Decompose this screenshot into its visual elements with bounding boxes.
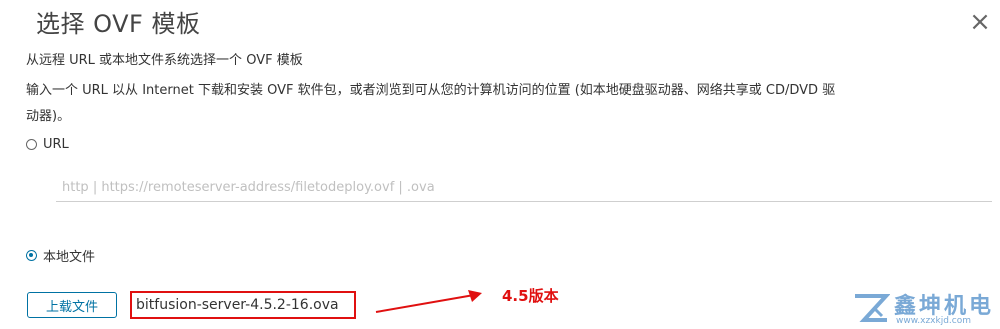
selected-file-name: bitfusion-server-4.5.2-16.ova [130,291,356,319]
annotation-arrow-icon [375,290,482,313]
url-radio[interactable] [26,139,37,150]
local-file-radio[interactable] [26,250,37,261]
local-file-option-label: 本地文件 [43,250,96,265]
dialog-title: 选择 OVF 模板 [36,10,201,38]
upload-file-button[interactable]: 上载文件 [27,292,117,318]
url-option-label: URL [43,137,69,152]
dialog-description-continued: 动器)。 [26,109,71,124]
dialog-subtitle: 从远程 URL 或本地文件系统选择一个 OVF 模板 [26,53,303,68]
watermark-url: www.xzxkjd.com [896,316,972,326]
watermark-logo-icon [855,294,890,322]
annotation-label: 4.5版本 [502,287,559,305]
url-option[interactable]: URL [26,137,69,152]
dialog-description: 输入一个 URL 以从 Internet 下载和安装 OVF 软件包，或者浏览到… [26,83,836,98]
url-input[interactable] [56,174,992,202]
watermark: 鑫坤机电 www.xzxkjd.com [852,286,1000,329]
close-icon[interactable]: × [966,8,994,36]
local-file-option[interactable]: 本地文件 [26,246,95,265]
